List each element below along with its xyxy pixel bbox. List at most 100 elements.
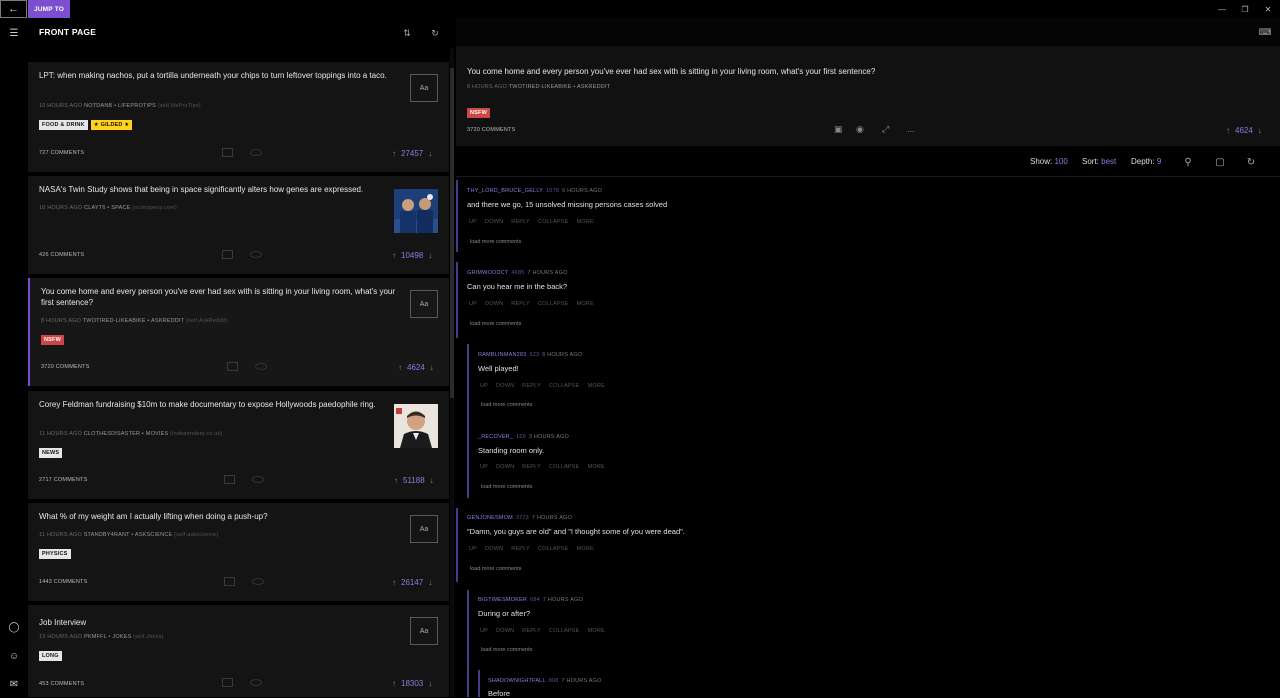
upvote-icon[interactable]: ↑: [392, 149, 396, 158]
comments-link[interactable]: 727 COMMENTS: [39, 150, 84, 156]
comment-down-button[interactable]: DOWN: [485, 546, 503, 552]
comment-author[interactable]: BIGTIMESMOKER: [478, 597, 527, 603]
downvote-icon[interactable]: ↓: [428, 251, 432, 260]
comment-collapse-button[interactable]: COLLAPSE: [549, 383, 580, 389]
comment-down-button[interactable]: DOWN: [485, 219, 503, 225]
save-icon[interactable]: [222, 250, 233, 259]
text-post-thumbnail[interactable]: Aa: [410, 290, 438, 318]
comment-reply-button[interactable]: REPLY: [511, 301, 530, 307]
comment-more-button[interactable]: MORE: [577, 219, 594, 225]
comment-icon[interactable]: ▢: [1213, 155, 1227, 169]
post-card[interactable]: LPT: when making nachos, put a tortilla …: [28, 62, 449, 172]
comment-reply-button[interactable]: REPLY: [522, 628, 541, 634]
comment-author[interactable]: RAMBLINMAN283: [478, 352, 526, 358]
save-icon[interactable]: [227, 362, 238, 371]
refresh-icon[interactable]: ↻: [428, 26, 442, 40]
post-card-selected[interactable]: You come home and every person you've ev…: [28, 278, 449, 386]
hide-icon[interactable]: [250, 251, 262, 258]
comment-collapse-button[interactable]: COLLAPSE: [549, 464, 580, 470]
hamburger-menu-icon[interactable]: ☰: [0, 23, 28, 43]
astronaut-twins-image[interactable]: [394, 189, 438, 233]
comment-collapse-button[interactable]: COLLAPSE: [538, 219, 569, 225]
load-more-comments[interactable]: load more comments: [481, 402, 532, 408]
load-more-comments[interactable]: load more comments: [481, 484, 532, 490]
comment-up-button[interactable]: UP: [480, 383, 488, 389]
post-title[interactable]: Corey Feldman fundraising $10m to make d…: [39, 399, 394, 410]
post-title[interactable]: NASA's Twin Study shows that being in sp…: [39, 184, 394, 195]
comment-down-button[interactable]: DOWN: [496, 628, 514, 634]
explore-compass-icon[interactable]: ◯: [0, 617, 28, 637]
downvote-icon[interactable]: ↓: [430, 363, 434, 372]
show-filter[interactable]: Show: 100: [1030, 157, 1068, 166]
post-card[interactable]: What % of my weight am I actually liftin…: [28, 503, 449, 601]
close-button[interactable]: ✕: [1257, 0, 1279, 18]
downvote-icon[interactable]: ↓: [428, 149, 432, 158]
scroll-thumb[interactable]: [450, 68, 454, 398]
downvote-icon[interactable]: ↓: [1258, 126, 1262, 135]
comment-more-button[interactable]: MORE: [588, 464, 605, 470]
downvote-icon[interactable]: ↓: [428, 679, 432, 688]
comment-up-button[interactable]: UP: [480, 464, 488, 470]
refresh-comments-icon[interactable]: ↻: [1244, 155, 1258, 169]
text-post-thumbnail[interactable]: Aa: [410, 74, 438, 102]
sort-filter[interactable]: Sort: best: [1082, 157, 1116, 166]
save-icon[interactable]: [222, 148, 233, 157]
hide-icon[interactable]: [250, 149, 262, 156]
upvote-icon[interactable]: ↑: [392, 578, 396, 587]
portrait-image[interactable]: [394, 404, 438, 448]
post-title[interactable]: You come home and every person you've ev…: [41, 286, 396, 308]
upvote-icon[interactable]: ↑: [394, 476, 398, 485]
comments-link[interactable]: 426 COMMENTS: [39, 252, 84, 258]
maximize-button[interactable]: ❐: [1234, 0, 1256, 18]
post-title[interactable]: LPT: when making nachos, put a tortilla …: [39, 70, 394, 81]
post-title[interactable]: What % of my weight am I actually liftin…: [39, 511, 394, 522]
comment-up-button[interactable]: UP: [469, 219, 477, 225]
back-button[interactable]: ←: [0, 0, 27, 18]
jump-to-button[interactable]: JUMP TO: [28, 0, 70, 18]
comments-link[interactable]: 2717 COMMENTS: [39, 477, 87, 483]
keyboard-icon[interactable]: ⌨: [1258, 25, 1272, 39]
upvote-icon[interactable]: ↑: [392, 251, 396, 260]
search-icon[interactable]: ⚲: [1181, 155, 1195, 169]
load-more-comments[interactable]: load more comments: [470, 566, 521, 572]
comment-down-button[interactable]: DOWN: [496, 383, 514, 389]
save-icon[interactable]: ▣: [834, 124, 843, 135]
post-card[interactable]: Corey Feldman fundraising $10m to make d…: [28, 391, 449, 499]
comment-up-button[interactable]: UP: [469, 301, 477, 307]
load-more-comments[interactable]: load more comments: [481, 647, 532, 653]
comments-link[interactable]: 3720 COMMENTS: [41, 364, 89, 370]
comment-collapse-button[interactable]: COLLAPSE: [549, 628, 580, 634]
comment-collapse-button[interactable]: COLLAPSE: [538, 546, 569, 552]
text-post-thumbnail[interactable]: Aa: [410, 515, 438, 543]
downvote-icon[interactable]: ↓: [430, 476, 434, 485]
hide-eye-icon[interactable]: ◉: [856, 124, 864, 135]
comment-up-button[interactable]: UP: [469, 546, 477, 552]
comment-author[interactable]: THY_LORD_BRUCE_GELLY: [467, 188, 543, 194]
depth-filter[interactable]: Depth: 9: [1131, 157, 1161, 166]
post-title[interactable]: Job Interview: [39, 617, 394, 628]
hide-icon[interactable]: [252, 476, 264, 483]
save-icon[interactable]: [222, 678, 233, 687]
comment-more-button[interactable]: MORE: [588, 383, 605, 389]
hide-icon[interactable]: [250, 679, 262, 686]
minimize-button[interactable]: —: [1211, 0, 1233, 18]
hide-icon[interactable]: [252, 578, 264, 585]
post-card[interactable]: Job Interview 13 HOURS AGO PKMFFL • JOKE…: [28, 605, 449, 697]
comment-reply-button[interactable]: REPLY: [511, 219, 530, 225]
more-options-button[interactable]: ...: [907, 124, 915, 134]
user-icon[interactable]: ☺: [0, 646, 28, 666]
comment-reply-button[interactable]: REPLY: [522, 464, 541, 470]
comment-up-button[interactable]: UP: [480, 628, 488, 634]
comment-more-button[interactable]: MORE: [577, 301, 594, 307]
comments-link[interactable]: 1443 COMMENTS: [39, 579, 87, 585]
comment-more-button[interactable]: MORE: [577, 546, 594, 552]
comment-author[interactable]: SHADOWNIGHTFALL: [488, 678, 546, 684]
save-icon[interactable]: [224, 577, 235, 586]
list-scrollbar[interactable]: [450, 48, 454, 697]
sort-icon[interactable]: ⇅: [400, 26, 414, 40]
comment-reply-button[interactable]: REPLY: [511, 546, 530, 552]
comment-author[interactable]: GENJONESMOM: [467, 515, 513, 521]
load-more-comments[interactable]: load more comments: [470, 239, 521, 245]
fullscreen-icon[interactable]: ⤢: [882, 124, 889, 135]
upvote-icon[interactable]: ↑: [398, 363, 402, 372]
